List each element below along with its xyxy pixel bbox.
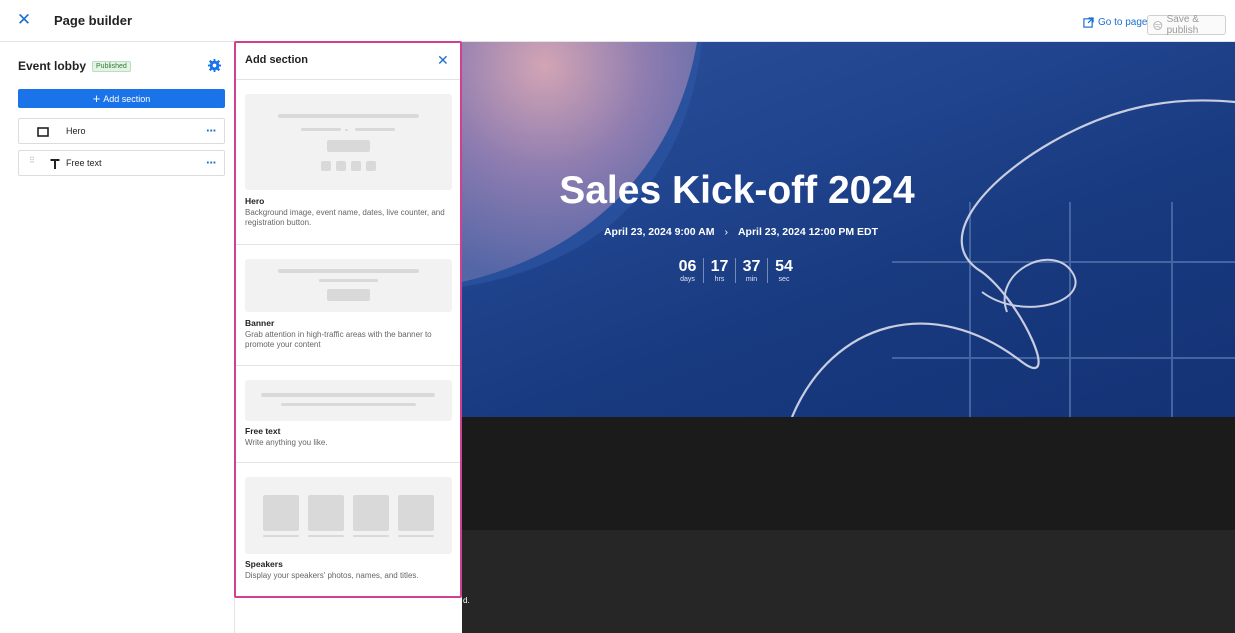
counter-unit: sec [778,276,790,283]
hero-thumbnail [245,94,452,190]
counter-days: 06 days [672,258,704,283]
text-fragment: d. [463,596,470,605]
counter-value: 06 [678,258,697,275]
sidebar-header: Event lobby Published [18,59,131,73]
close-icon[interactable]: ✕ [437,53,449,67]
counter-unit: days [680,276,695,283]
card-title: Free text [245,426,281,436]
external-link-icon [1083,17,1094,28]
counter-seconds: 54 sec [768,258,800,283]
section-item-label: Free text [66,158,102,168]
counter-value: 37 [742,258,761,275]
sidebar: Event lobby Published + Add section Hero… [0,42,235,633]
counter-hours: 17 hrs [704,258,736,283]
card-description: Background image, event name, dates, liv… [245,208,445,227]
counter-value: 54 [775,258,793,275]
counter-unit: hrs [714,276,725,283]
more-options-icon[interactable]: ··· [206,155,217,170]
hero-section[interactable]: Sales Kick-off 2024 April 23, 2024 9:00 … [462,42,1235,417]
globe-icon [1153,20,1163,30]
go-to-page-link[interactable]: Go to page [1083,17,1147,28]
drag-handle-icon[interactable]: ⠿ [29,157,35,169]
section-card-hero[interactable]: Hero Background image, event name, dates… [235,80,462,245]
card-description: Write anything you like. [245,438,328,447]
card-title: Hero [245,196,265,206]
rectangle-icon [37,127,49,137]
close-icon[interactable]: ✕ [15,11,33,29]
event-lobby-title: Event lobby [18,59,87,73]
card-description: Grab attention in high-traffic areas wit… [245,330,432,349]
card-title: Speakers [245,559,283,569]
add-section-button[interactable]: + Add section [18,89,225,108]
counter-unit: min [745,276,758,283]
text-t-icon [50,159,60,169]
panel-title: Add section [245,54,308,66]
banner-thumbnail [245,259,452,312]
section-item-free-text[interactable]: ⠿ Free text ··· [18,150,225,176]
end-date: April 23, 2024 12:00 PM EDT [737,226,879,238]
section-card-banner[interactable]: Banner Grab attention in high-traffic ar… [235,245,462,366]
status-badge: Published [92,60,131,72]
add-section-label: Add section [103,93,151,104]
page-title: Page builder [54,13,133,28]
chevron-right-icon: › [724,226,728,238]
save-publish-button[interactable]: Save & publish [1147,14,1226,36]
page-preview: Sales Kick-off 2024 April 23, 2024 9:00 … [462,42,1235,633]
panel-header: Add section ✕ [235,42,462,80]
top-bar: ✕ Page builder Go to page Save & publish [0,0,1235,42]
start-date: April 23, 2024 9:00 AM [603,226,715,238]
free-text-section[interactable] [462,417,1235,530]
section-item-hero[interactable]: Hero ··· [18,118,225,144]
countdown-counter: 06 days 17 hrs 37 min 54 sec [672,258,800,283]
section-item-label: Hero [66,126,86,136]
footer-section [462,530,1235,633]
counter-minutes: 37 min [736,258,768,283]
more-options-icon[interactable]: ··· [206,123,217,138]
section-card-speakers[interactable]: Speakers Display your speakers' photos, … [235,463,462,597]
hero-title: Sales Kick-off 2024 [559,169,915,212]
go-to-page-label: Go to page [1098,17,1148,28]
add-section-panel: Add section ✕ Hero Background image, eve… [235,42,462,633]
speakers-thumbnail [245,477,452,554]
card-description: Display your speakers' photos, names, an… [245,571,419,580]
gear-icon[interactable] [208,59,221,72]
hero-dates: April 23, 2024 9:00 AM › April 23, 2024 … [560,226,922,238]
free-text-thumbnail [245,380,452,421]
counter-value: 17 [710,258,729,275]
section-card-free-text[interactable]: Free text Write anything you like. [235,366,462,463]
plus-icon: + [92,90,101,106]
card-title: Banner [245,318,275,328]
save-publish-label: Save & publish [1166,14,1199,36]
